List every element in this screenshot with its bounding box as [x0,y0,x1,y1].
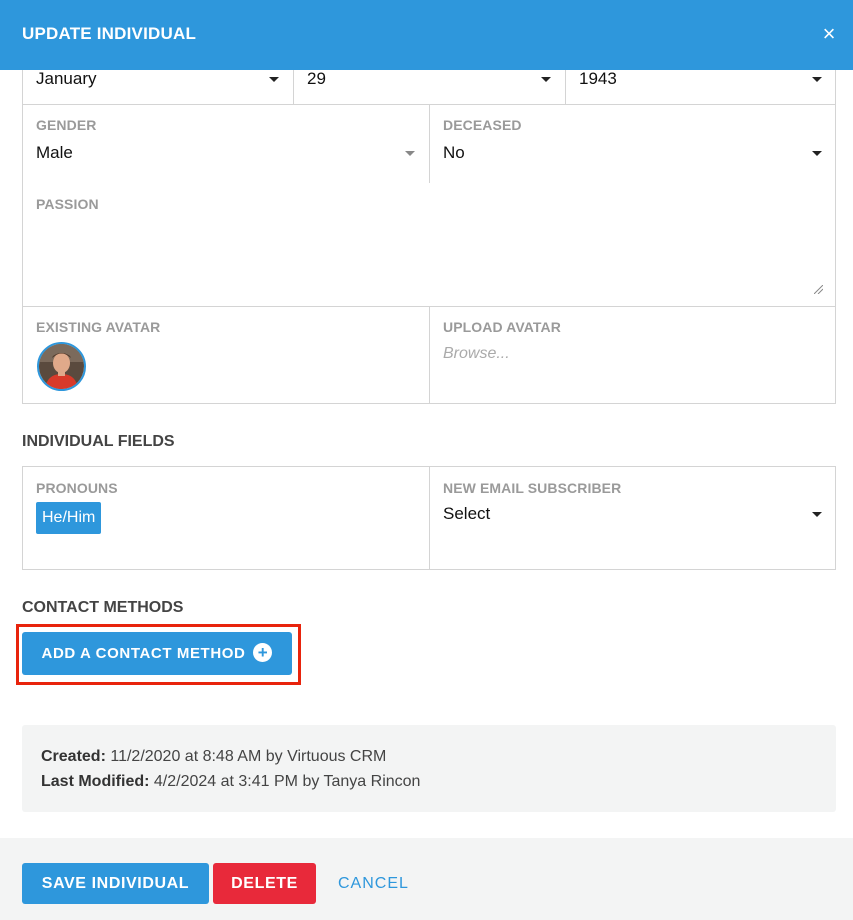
modal-footer: SAVE INDIVIDUAL DELETE CANCEL [0,838,853,920]
modal-title: UPDATE INDIVIDUAL [22,24,197,43]
new-email-subscriber-label: NEW EMAIL SUBSCRIBER [443,480,622,496]
save-individual-button[interactable]: SAVE INDIVIDUAL [22,863,209,904]
modified-value: 4/2/2024 at 3:41 PM by Tanya Rincon [153,773,421,790]
contact-methods-heading: CONTACT METHODS [22,599,184,616]
gender-deceased-row: GENDER Male DECEASED No [22,104,836,184]
passion-label: PASSION [36,196,99,212]
created-label: Created: [41,748,106,765]
avatar-image [39,344,84,389]
passion-field[interactable]: PASSION [22,183,836,307]
gender-value: Male [36,143,73,162]
birth-year-value: 1943 [579,69,617,88]
update-individual-modal: January 29 1943 GENDER Male DECEASED No … [0,0,853,920]
cancel-button[interactable]: CANCEL [338,863,409,904]
avatar [37,342,86,391]
individual-fields-heading: INDIVIDUAL FIELDS [22,433,175,450]
existing-avatar-cell: EXISTING AVATAR [23,307,430,403]
plus-circle-icon: + [253,643,273,663]
created-value: 11/2/2020 at 8:48 AM by Virtuous CRM [110,748,387,765]
modal-header: UPDATE INDIVIDUAL × [0,0,853,70]
upload-avatar-label: UPLOAD AVATAR [443,319,561,335]
caret-down-icon [405,151,415,156]
pronouns-label: PRONOUNS [36,480,118,496]
upload-avatar-input[interactable]: Browse... [443,345,510,363]
new-email-subscriber-value: Select [443,504,491,523]
gender-select[interactable]: GENDER Male [23,105,430,183]
upload-avatar-cell[interactable]: UPLOAD AVATAR Browse... [430,307,836,403]
audit-info: Created: 11/2/2020 at 8:48 AM by Virtuou… [22,725,836,812]
close-icon[interactable]: × [819,22,839,46]
birth-day-value: 29 [307,69,326,88]
caret-down-icon [541,77,551,82]
individual-fields-row: PRONOUNS He/Him NEW EMAIL SUBSCRIBER Sel… [22,466,836,570]
caret-down-icon [812,151,822,156]
pronouns-cell[interactable]: PRONOUNS He/Him [23,467,430,569]
avatar-row: EXISTING AVATAR UPLOAD AVATAR Browse... [22,306,836,404]
new-email-subscriber-select[interactable]: NEW EMAIL SUBSCRIBER Select [430,467,836,569]
caret-down-icon [812,512,822,517]
existing-avatar-label: EXISTING AVATAR [36,319,161,335]
modified-line: Last Modified: 4/2/2024 at 3:41 PM by Ta… [41,773,420,791]
deceased-select[interactable]: DECEASED No [430,105,836,183]
pronoun-tag[interactable]: He/Him [36,502,102,534]
caret-down-icon [812,77,822,82]
add-contact-method-button[interactable]: ADD A CONTACT METHOD + [22,632,292,675]
caret-down-icon [269,77,279,82]
resize-handle-icon[interactable] [814,285,823,294]
deceased-value: No [443,143,465,162]
deceased-label: DECEASED [443,117,522,133]
delete-button[interactable]: DELETE [213,863,316,904]
birth-month-value: January [36,69,97,88]
gender-label: GENDER [36,117,97,133]
created-line: Created: 11/2/2020 at 8:48 AM by Virtuou… [41,748,386,766]
modified-label: Last Modified: [41,773,150,790]
add-contact-method-label: ADD A CONTACT METHOD [41,645,246,662]
